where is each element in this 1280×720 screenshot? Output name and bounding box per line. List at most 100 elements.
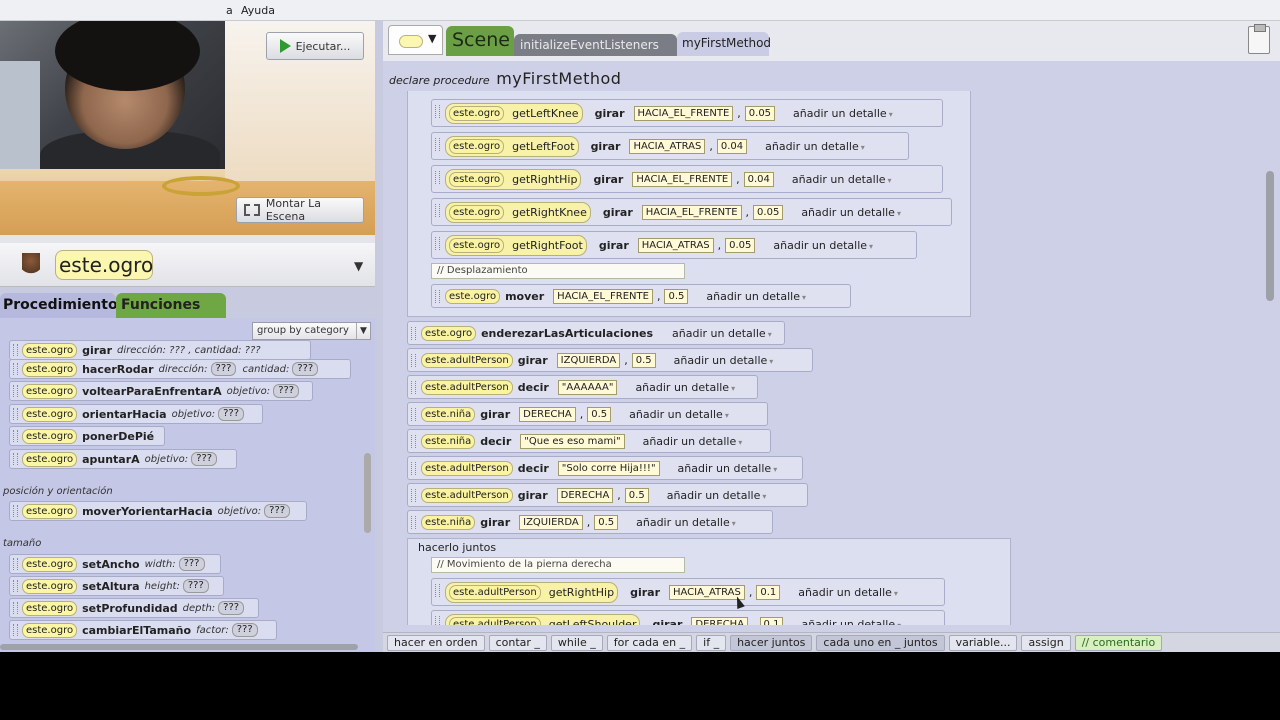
palette-block[interactable]: este.ogro ponerDePié	[9, 426, 165, 446]
add-detail[interactable]: añadir un detalle	[765, 140, 865, 153]
statement-block[interactable]: este.niña girar DERECHA, 0.5 añadir un d…	[407, 402, 768, 426]
menu-item-help[interactable]: Ayuda	[241, 4, 275, 17]
object-selector[interactable]: este.ogro ▼	[0, 243, 375, 287]
tab-scene[interactable]: Scene	[446, 26, 514, 56]
amount-arg[interactable]: 0.05	[753, 204, 784, 220]
statement-block[interactable]: este.ogro getLeftFoot girar HACIA_ATRAS, …	[431, 132, 909, 160]
add-detail[interactable]: añadir un detalle	[801, 618, 901, 626]
statement-block[interactable]: este.ogro enderezarLasArticulaciones aña…	[407, 321, 785, 345]
amount-arg[interactable]: 0.05	[744, 105, 776, 121]
placeholder-value[interactable]: ???	[218, 601, 245, 615]
direction-arg[interactable]: IZQUIERDA	[519, 514, 583, 530]
tab-my-first-method[interactable]: myFirstMethod	[677, 32, 771, 56]
statement-block[interactable]: este.niña decir "Que es eso mami" añadir…	[407, 429, 771, 453]
placeholder-value[interactable]: ???	[273, 384, 300, 398]
statement-block[interactable]: este.adultPerson girar IZQUIERDA, 0.5 añ…	[407, 348, 813, 372]
statement-block[interactable]: este.adultPerson getRightHip girar HACIA_…	[431, 578, 945, 606]
amount-arg[interactable]: 0.04	[743, 171, 774, 187]
editor-scrollbar[interactable]	[1266, 171, 1274, 301]
palette-block[interactable]: este.ogro hacerRodar dirección: ??? cant…	[9, 359, 351, 379]
amount-arg[interactable]: 0.5	[664, 288, 689, 304]
palette-block[interactable]: este.ogro voltearParaEnfrentarA objetivo…	[9, 381, 313, 401]
if-button[interactable]: if _	[696, 634, 727, 651]
chevron-down-icon[interactable]: ▼	[354, 259, 363, 273]
text-arg[interactable]: "Que es eso mami"	[520, 433, 625, 449]
placeholder-value[interactable]: ???	[210, 362, 237, 376]
add-detail[interactable]: añadir un detalle	[643, 435, 743, 448]
statement-block[interactable]: este.adultPerson girar DERECHA, 0.5 añad…	[407, 483, 808, 507]
statement-block[interactable]: este.ogro getRightFoot girar HACIA_ATRAS,…	[431, 231, 917, 259]
variable-button[interactable]: variable...	[948, 634, 1018, 651]
statement-block[interactable]: este.niña girar IZQUIERDA, 0.5 añadir un…	[407, 510, 773, 534]
direction-arg[interactable]: DERECHA	[556, 487, 614, 503]
direction-arg[interactable]: DERECHA	[519, 406, 576, 422]
tab-functions[interactable]: Funciones	[116, 293, 226, 318]
tab-procedures[interactable]: Procedimiento	[0, 293, 118, 318]
add-detail[interactable]: añadir un detalle	[793, 107, 893, 120]
amount-arg[interactable]: 0.04	[716, 138, 748, 154]
statement-block[interactable]: este.ogro getLeftKnee girar HACIA_EL_FREN…	[431, 99, 943, 127]
placeholder-value[interactable]: ???	[218, 407, 245, 421]
comment-block[interactable]: // Movimiento de la pierna derecha	[431, 557, 685, 573]
add-detail[interactable]: añadir un detalle	[629, 408, 729, 421]
amount-arg[interactable]: 0.1	[756, 584, 781, 600]
placeholder-value[interactable]: ???	[182, 579, 209, 593]
statement-block[interactable]: este.ogro getRightHip girar HACIA_EL_FREN…	[431, 165, 943, 193]
direction-arg[interactable]: HACIA_ATRAS	[629, 138, 706, 154]
group-by-select[interactable]: group by category ▼	[252, 322, 371, 340]
clipboard-icon[interactable]	[1248, 24, 1270, 54]
statement-block[interactable]: este.adultPerson decir "AAAAAA" añadir u…	[407, 375, 758, 399]
add-detail[interactable]: añadir un detalle	[706, 290, 806, 303]
tab-initialize-event-listeners[interactable]: initializeEventListeners	[514, 34, 677, 56]
statement-block[interactable]: este.ogro getRightKnee girar HACIA_EL_FRE…	[431, 198, 952, 226]
setup-scene-button[interactable]: Montar La Escena	[236, 197, 364, 223]
placeholder-value[interactable]: ???	[191, 452, 218, 466]
run-button[interactable]: Ejecutar...	[266, 32, 364, 60]
while-button[interactable]: while _	[550, 634, 603, 651]
palette-block[interactable]: este.ogro apuntarA objetivo: ???	[9, 449, 237, 469]
comment-block[interactable]: // Desplazamiento	[431, 263, 685, 279]
palette-block[interactable]: este.ogro moverYorientarHacia objetivo: …	[9, 501, 307, 521]
text-arg[interactable]: "Solo corre Hija!!!"	[557, 460, 660, 476]
assign-button[interactable]: assign	[1021, 634, 1071, 651]
amount-arg[interactable]: 0.5	[624, 487, 649, 503]
for-each-button[interactable]: for cada en _	[606, 634, 693, 651]
direction-arg[interactable]: IZQUIERDA	[556, 352, 621, 368]
palette-scrollbar[interactable]	[364, 453, 371, 533]
direction-arg[interactable]: HACIA_ATRAS	[637, 237, 714, 253]
direction-arg[interactable]: HACIA_EL_FRENTE	[641, 204, 742, 220]
add-detail[interactable]: añadir un detalle	[801, 206, 901, 219]
direction-arg[interactable]: HACIA_EL_FRENTE	[632, 171, 733, 187]
add-detail[interactable]: añadir un detalle	[798, 586, 898, 599]
each-in-together-button[interactable]: cada uno en _ juntos	[816, 634, 945, 651]
add-detail[interactable]: añadir un detalle	[773, 239, 873, 252]
amount-arg[interactable]: 0.5	[594, 514, 619, 530]
add-detail[interactable]: añadir un detalle	[672, 327, 772, 340]
placeholder-value[interactable]: ???	[178, 557, 205, 571]
placeholder-value[interactable]: ???	[264, 504, 291, 518]
statement-block[interactable]: este.ogro mover HACIA_EL_FRENTE, 0.5 aña…	[431, 284, 851, 308]
add-detail[interactable]: añadir un detalle	[678, 462, 778, 475]
type-dropdown-tab[interactable]: ▼	[388, 25, 443, 55]
amount-arg[interactable]: 0.5	[587, 406, 612, 422]
direction-arg[interactable]: HACIA_EL_FRENTE	[633, 105, 734, 121]
text-arg[interactable]: "AAAAAA"	[557, 379, 618, 395]
do-in-order-button[interactable]: hacer en orden	[387, 634, 485, 651]
panel-splitter[interactable]	[0, 235, 375, 243]
direction-arg[interactable]: DERECHA	[691, 616, 749, 625]
statement-block[interactable]: este.adultPerson decir "Solo corre Hija!…	[407, 456, 803, 480]
direction-arg[interactable]: HACIA_EL_FRENTE	[553, 288, 653, 304]
palette-block[interactable]: este.ogro cambiarElTamaño factor: ???	[9, 620, 277, 640]
palette-block[interactable]: este.ogro orientarHacia objetivo: ???	[9, 404, 263, 424]
amount-arg[interactable]: 0.05	[725, 237, 756, 253]
add-detail[interactable]: añadir un detalle	[792, 173, 892, 186]
palette-block[interactable]: este.ogro setAncho width: ???	[9, 554, 221, 574]
do-together-button[interactable]: hacer juntos	[730, 634, 813, 651]
placeholder-value[interactable]: ???	[231, 623, 258, 637]
add-detail[interactable]: añadir un detalle	[636, 516, 736, 529]
placeholder-value[interactable]: ???	[292, 362, 319, 376]
comment-button[interactable]: // comentario	[1074, 634, 1163, 651]
add-detail[interactable]: añadir un detalle	[667, 489, 767, 502]
amount-arg[interactable]: 0.5	[631, 352, 656, 368]
statement-block[interactable]: este.adultPerson getLeftShoulder girar DE…	[431, 610, 945, 625]
